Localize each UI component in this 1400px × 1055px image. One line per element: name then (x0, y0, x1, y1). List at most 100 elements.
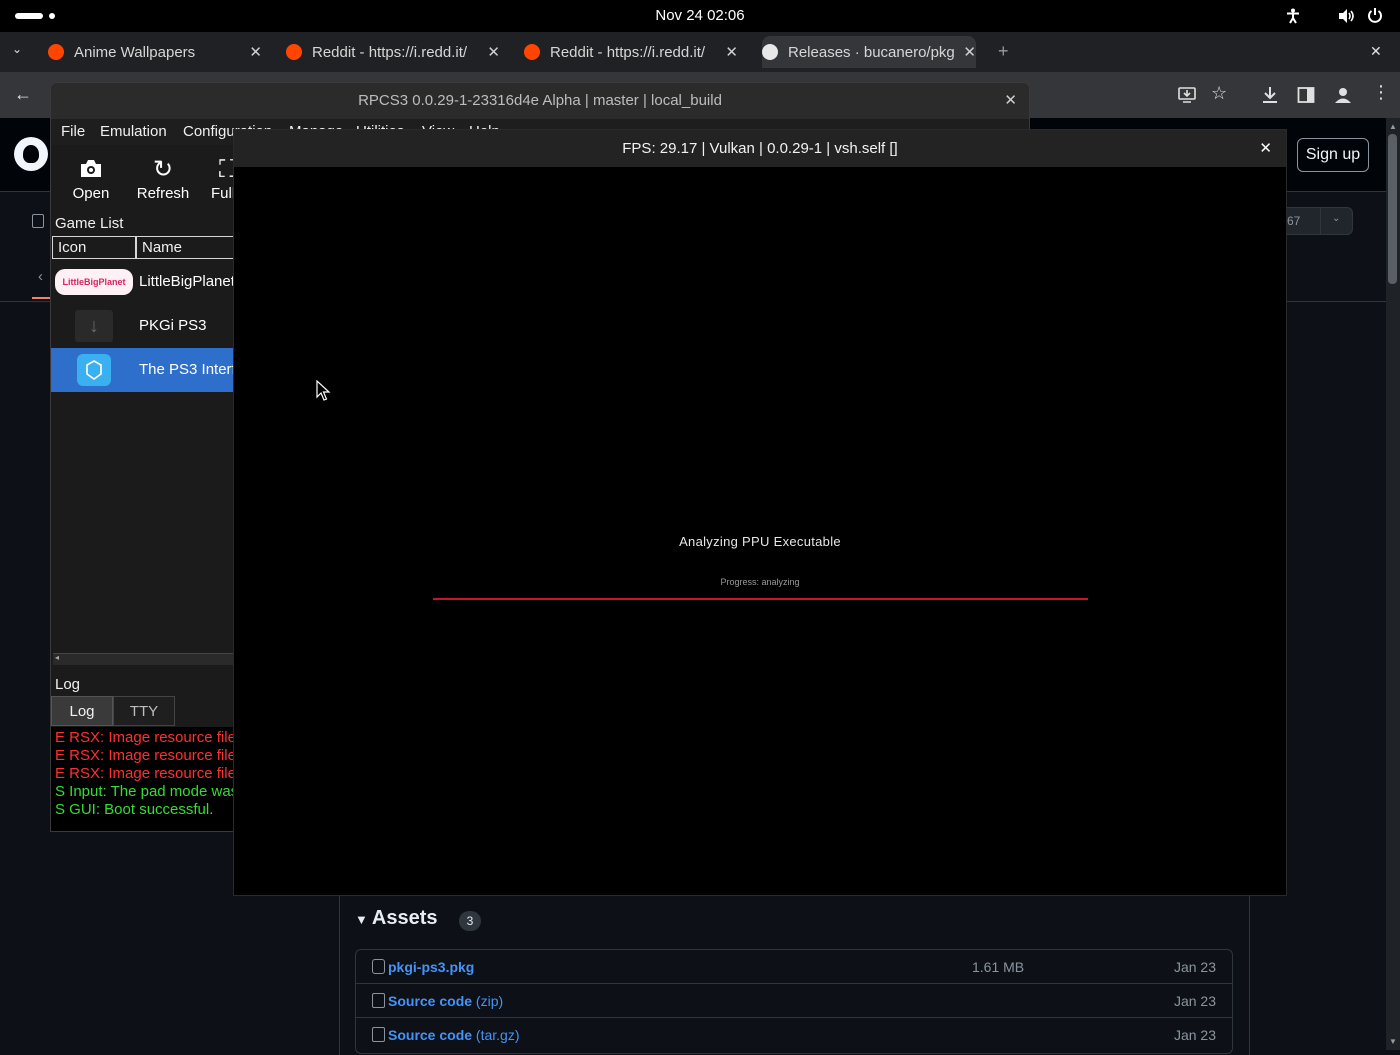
volume-icon[interactable] (1338, 8, 1356, 24)
tab-reddit-2[interactable]: Reddit - https://i.redd.it/ ✕ (524, 36, 738, 68)
progress-bar-fill (433, 598, 1088, 600)
asset-date: Jan 23 (1173, 959, 1216, 975)
reddit-icon (524, 44, 540, 60)
new-tab-button[interactable]: + (998, 41, 1009, 62)
tab-title: Reddit - https://i.redd.it/ (312, 43, 468, 61)
game-render-window[interactable]: FPS: 29.17 | Vulkan | 0.0.29-1 | vsh.sel… (234, 130, 1286, 895)
asset-row[interactable]: Source code (zip) Jan 23 (356, 984, 1232, 1018)
close-window-button[interactable]: ✕ (1370, 43, 1382, 60)
log-line: S GUI: Boot successful. (55, 801, 214, 818)
refresh-button[interactable]: ↻ Refresh (135, 155, 191, 202)
game-row-pkgi[interactable]: ↓ PKGi PS3 (51, 304, 235, 348)
game-list-hscrollbar[interactable]: ◂ (53, 653, 235, 665)
asset-row[interactable]: pkgi-ps3.pkg 1.61 MB Jan 23 (356, 950, 1232, 984)
profile-icon[interactable] (1334, 86, 1352, 104)
star-counter[interactable]: 67 ⌄ (1281, 207, 1353, 235)
game-list-label: Game List (55, 215, 124, 232)
asset-link[interactable]: pkgi-ps3.pkg (388, 959, 474, 975)
reddit-icon (286, 44, 302, 60)
game-name: PKGi PS3 (139, 317, 207, 334)
open-label: Open (72, 185, 110, 202)
asset-row[interactable]: Source code (tar.gz) Jan 23 (356, 1018, 1232, 1052)
progress-bar (433, 598, 1088, 600)
file-zip-icon (372, 993, 385, 1008)
asset-link[interactable]: Source code (tar.gz) (388, 1027, 520, 1043)
game-row-littlebigplanet[interactable]: LittleBigPlanet LittleBigPlanet (51, 260, 235, 304)
column-header-name[interactable]: Name (136, 236, 235, 259)
menu-file[interactable]: File (61, 123, 85, 140)
logo-text: LittleBigPlanet (62, 277, 126, 287)
github-logo-icon[interactable] (14, 137, 48, 171)
scroll-up-icon[interactable]: ▲ (1389, 122, 1397, 131)
file-zip-icon (372, 1027, 385, 1042)
tab-github-releases[interactable]: Releases · bucanero/pkg ✕ (762, 36, 976, 68)
accessibility-icon[interactable] (1285, 8, 1301, 24)
open-button[interactable]: Open (71, 155, 111, 202)
star-count: 67 (1287, 214, 1301, 228)
browser-menu-icon[interactable]: ⋮ (1372, 82, 1390, 103)
tab-title: Anime Wallpapers (74, 43, 196, 61)
column-header-icon[interactable]: Icon (52, 236, 136, 259)
power-icon[interactable] (1367, 7, 1383, 24)
close-tab-icon[interactable]: ✕ (487, 43, 500, 61)
asset-suffix: (tar.gz) (475, 1027, 520, 1043)
clock[interactable]: Nov 24 02:06 (0, 7, 1400, 24)
mouse-cursor-icon (316, 380, 331, 401)
tab-anime-wallpapers[interactable]: Anime Wallpapers ✕ (48, 36, 262, 68)
assets-heading: Assets (371, 907, 438, 929)
github-icon (762, 44, 778, 60)
refresh-label: Refresh (136, 185, 190, 202)
assets-count-badge: 3 (459, 911, 481, 931)
tab-search-chevron-icon[interactable]: ⌄ (12, 42, 22, 56)
analyzing-message: Analyzing PPU Executable (679, 534, 841, 549)
side-panel-icon[interactable] (1297, 86, 1315, 104)
camera-icon (81, 160, 101, 177)
progress-label: Progress: analyzing (720, 577, 800, 587)
browser-tab-strip: ⌄ Anime Wallpapers ✕ Reddit - https://i.… (0, 32, 1400, 72)
log-line: E RSX: Image resource file (55, 747, 235, 764)
tab-log[interactable]: Log (51, 696, 113, 726)
asset-date: Jan 23 (1173, 993, 1216, 1009)
chevron-down-icon[interactable]: ⌄ (1332, 213, 1340, 224)
close-icon[interactable]: ✕ (1004, 83, 1017, 119)
install-app-icon[interactable] (1178, 86, 1196, 104)
active-nav-underline (32, 297, 52, 299)
log-line: S Input: The pad mode was (55, 783, 235, 800)
close-tab-icon[interactable]: ✕ (725, 43, 738, 61)
package-icon (372, 959, 385, 974)
download-arrow-icon: ↓ (75, 310, 113, 342)
close-tab-icon[interactable]: ✕ (249, 43, 262, 61)
game-name: LittleBigPlanet (139, 273, 235, 290)
back-arrow-icon[interactable]: ← (14, 84, 32, 105)
asset-name: Source code (388, 1027, 473, 1043)
game-window-titlebar[interactable]: FPS: 29.17 | Vulkan | 0.0.29-1 | vsh.sel… (234, 130, 1286, 167)
asset-date: Jan 23 (1173, 1027, 1216, 1043)
game-window-title: FPS: 29.17 | Vulkan | 0.0.29-1 | vsh.sel… (622, 140, 898, 157)
assets-toggle[interactable]: ▼ Assets (355, 907, 437, 930)
asset-link[interactable]: Source code (zip) (388, 993, 503, 1009)
asset-list: pkgi-ps3.pkg 1.61 MB Jan 23 Source code … (355, 949, 1233, 1054)
close-tab-icon[interactable]: ✕ (963, 43, 976, 61)
nav-scroll-left-icon[interactable]: ‹ (38, 268, 43, 285)
repo-icon (32, 214, 44, 228)
tab-tty[interactable]: TTY (113, 696, 175, 726)
scroll-left-icon[interactable]: ◂ (55, 653, 59, 662)
bookmark-star-icon[interactable]: ☆ (1211, 83, 1227, 104)
tab-title: Reddit - https://i.redd.it/ (550, 43, 706, 61)
log-output[interactable]: E RSX: Image resource file E RSX: Image … (51, 727, 235, 831)
asset-suffix: (zip) (475, 993, 504, 1009)
scroll-down-icon[interactable]: ▼ (1389, 1037, 1397, 1046)
reddit-icon (48, 44, 64, 60)
downloads-icon[interactable] (1261, 86, 1279, 104)
tab-reddit-1[interactable]: Reddit - https://i.redd.it/ ✕ (286, 36, 500, 68)
close-icon[interactable]: ✕ (1259, 130, 1272, 167)
game-row-ps3-interface[interactable]: The PS3 Interf (51, 348, 236, 392)
ps3-interface-icon (77, 354, 111, 386)
littlebigplanet-logo: LittleBigPlanet (55, 269, 133, 295)
sign-up-button[interactable]: Sign up (1297, 138, 1369, 172)
log-label: Log (55, 676, 81, 693)
window-title: RPCS3 0.0.29-1-23316d4e Alpha | master |… (358, 92, 722, 109)
menu-emulation[interactable]: Emulation (100, 123, 167, 140)
page-scrollbar-thumb[interactable] (1388, 134, 1397, 284)
rpcs3-titlebar[interactable]: RPCS3 0.0.29-1-23316d4e Alpha | master |… (51, 83, 1029, 119)
